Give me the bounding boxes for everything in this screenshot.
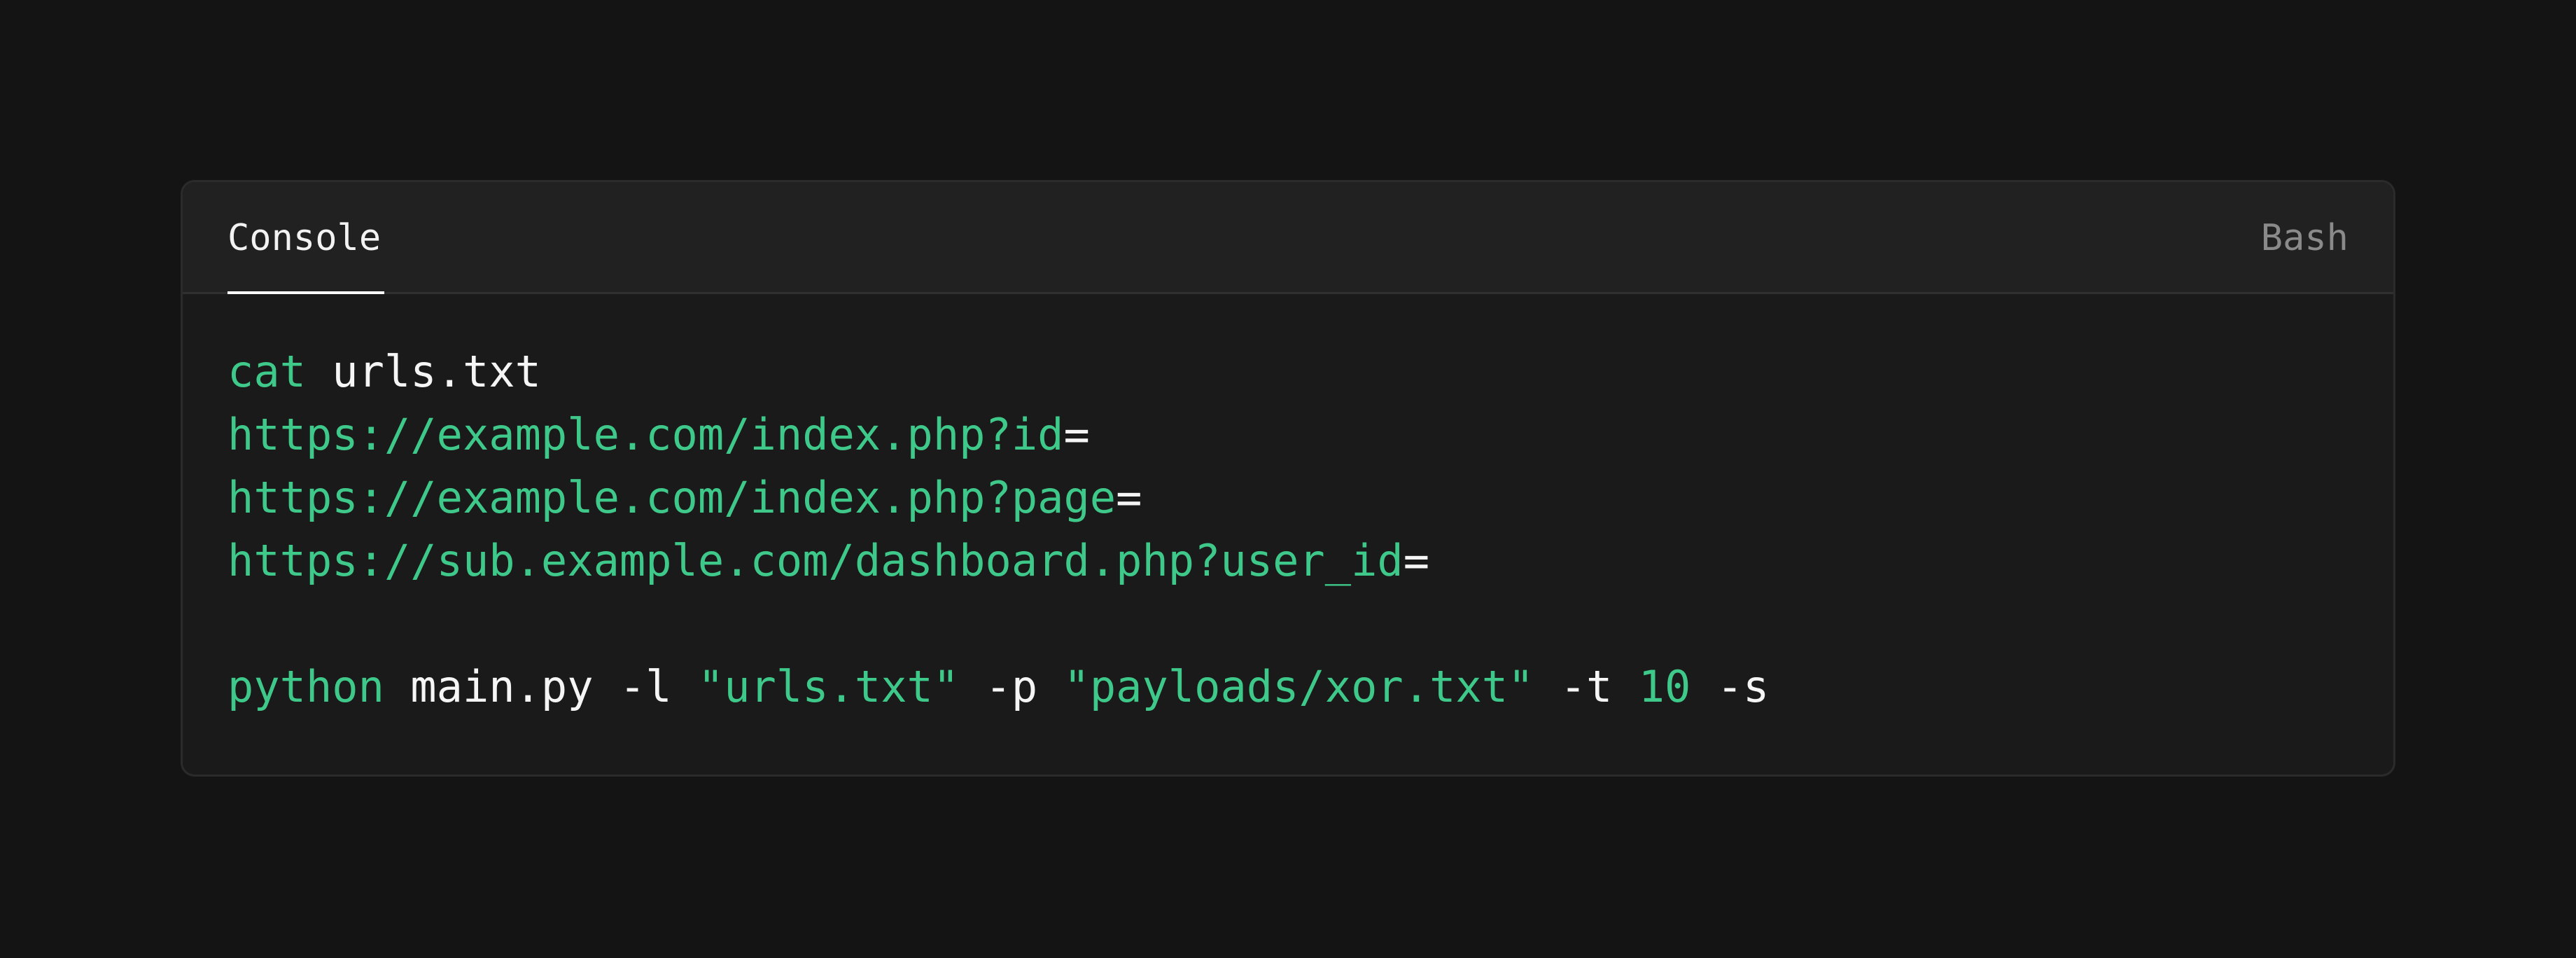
language-label: Bash: [2260, 217, 2348, 259]
blank-code-line: [227, 592, 2348, 655]
argument-token: -p: [959, 661, 1064, 712]
tab-console-label: Console: [227, 217, 382, 259]
number-token: 10: [1638, 661, 1691, 712]
code-line: python main.py -l "urls.txt" -p "payload…: [227, 655, 2348, 718]
equals-token: =: [1403, 535, 1430, 586]
url-token: https://example.com/index.php?page: [227, 472, 1116, 523]
code-line: cat urls.txt: [227, 340, 2348, 403]
code-content: cat urls.txt https://example.com/index.p…: [227, 340, 2348, 718]
argument-token: urls.txt: [305, 346, 541, 397]
command-token: cat: [227, 346, 306, 397]
code-block: Console Bash cat urls.txt https://exampl…: [181, 180, 2395, 777]
command-token: python: [227, 661, 384, 712]
code-line: https://example.com/index.php?id=: [227, 403, 2348, 466]
code-line: https://sub.example.com/dashboard.php?us…: [227, 529, 2348, 592]
equals-token: =: [1116, 472, 1142, 523]
code-block-header: Console Bash: [183, 182, 2393, 294]
url-token: https://example.com/index.php?id: [227, 409, 1064, 460]
argument-token: -s: [1690, 661, 1770, 712]
url-token: https://sub.example.com/dashboard.php?us…: [227, 535, 1404, 586]
tab-console[interactable]: Console: [227, 182, 381, 294]
equals-token: =: [1063, 409, 1090, 460]
argument-token: -t: [1534, 661, 1639, 712]
active-tab-indicator: [227, 291, 384, 294]
code-line: https://example.com/index.php?page=: [227, 466, 2348, 529]
string-token: "payloads/xor.txt": [1063, 661, 1534, 712]
string-token: "urls.txt": [697, 661, 960, 712]
argument-token: main.py -l: [384, 661, 698, 712]
